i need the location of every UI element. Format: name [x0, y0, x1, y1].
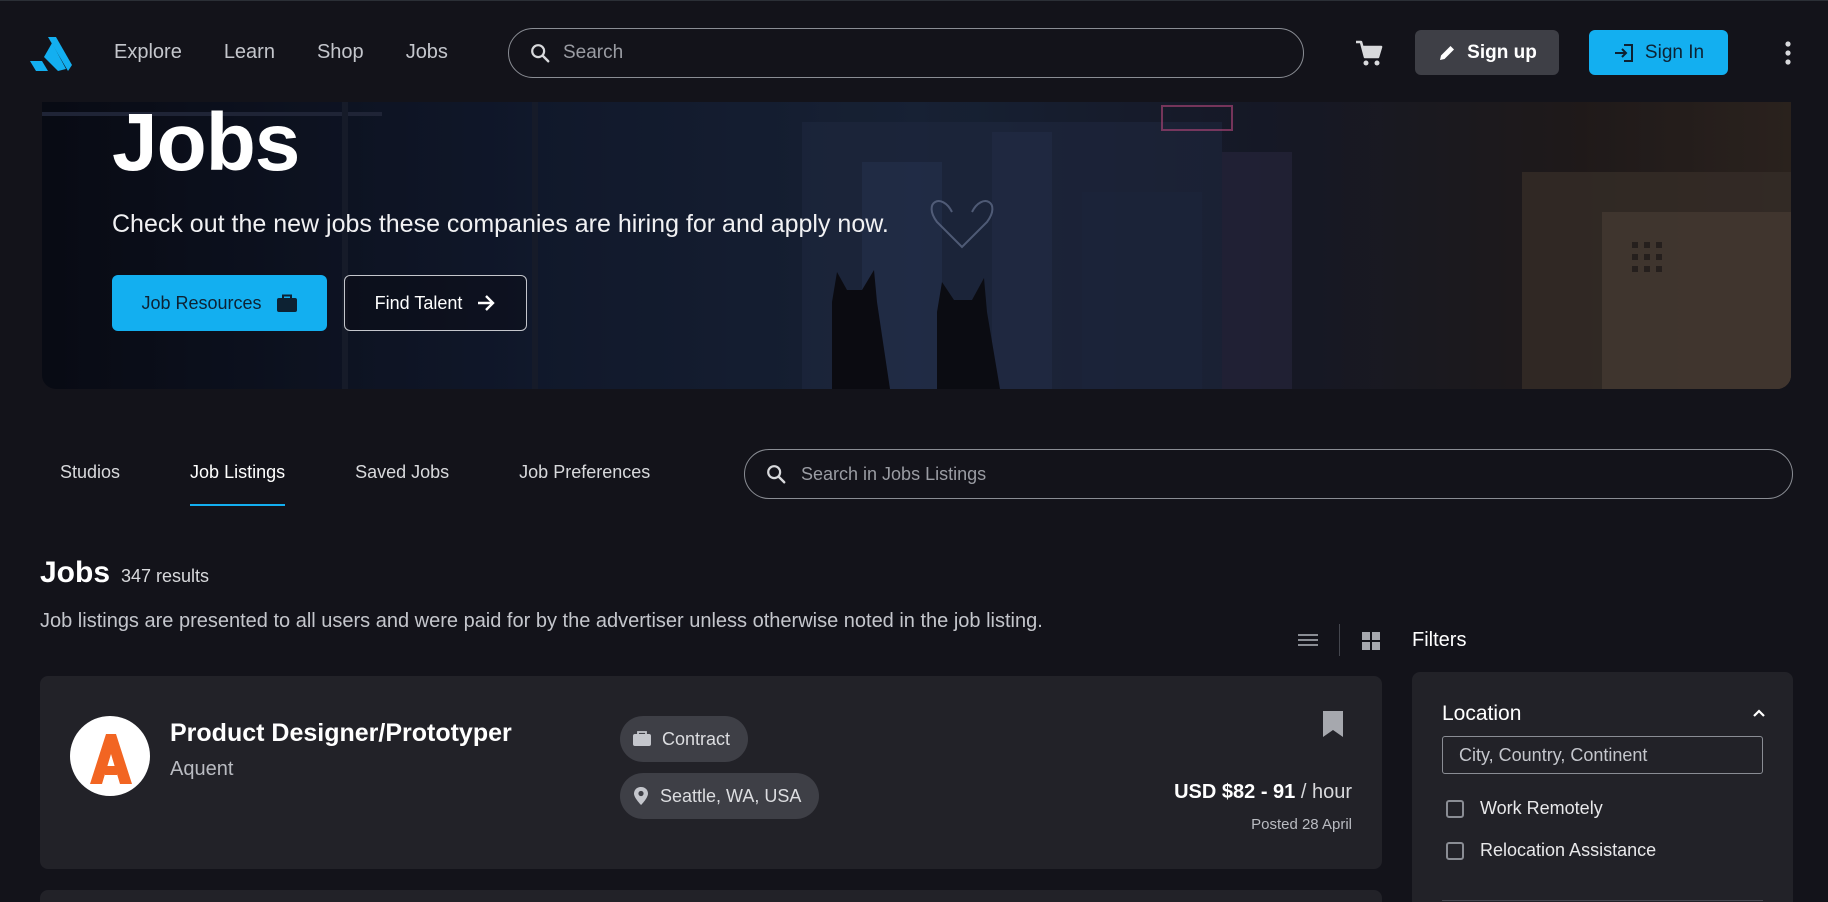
work-remotely-checkbox[interactable]	[1446, 799, 1464, 818]
job-salary: USD $82 - 91 / hour	[1174, 781, 1352, 804]
location-filter-input[interactable]	[1442, 736, 1763, 774]
nav-link-jobs[interactable]: Jobs	[406, 41, 448, 64]
relocation-assistance-option[interactable]: Relocation Assistance	[1446, 840, 1656, 861]
job-resources-label: Job Resources	[141, 292, 262, 313]
arrow-right-icon	[478, 295, 496, 311]
job-listings-search[interactable]	[744, 449, 1793, 499]
results-count: 347 results	[121, 566, 210, 586]
grid-view-icon[interactable]	[1362, 632, 1380, 650]
bookmark-icon[interactable]	[1322, 710, 1344, 738]
list-view-icon[interactable]	[1298, 632, 1318, 648]
briefcase-icon	[633, 731, 651, 746]
nav-link-shop[interactable]: Shop	[317, 41, 364, 64]
hero-background-image	[42, 102, 1791, 389]
company-logo	[70, 716, 150, 796]
nav-link-explore[interactable]: Explore	[114, 41, 182, 64]
filters-divider	[1442, 900, 1763, 901]
sign-in-label: Sign In	[1644, 41, 1705, 63]
relocation-assistance-label: Relocation Assistance	[1480, 840, 1657, 860]
results-heading: Jobs	[40, 556, 111, 589]
job-location-label: Seattle, WA, USA	[660, 785, 802, 806]
hero-subtitle: Check out the new jobs these companies a…	[112, 210, 889, 238]
search-icon	[767, 465, 786, 484]
shopping-cart-icon[interactable]	[1354, 39, 1384, 67]
nav-link-learn[interactable]: Learn	[224, 41, 275, 64]
job-company[interactable]: Aquent	[170, 758, 233, 781]
job-title[interactable]: Product Designer/Prototyper	[170, 719, 512, 748]
job-type-chip: Contract	[620, 716, 749, 762]
sign-up-label: Sign up	[1467, 41, 1537, 63]
find-talent-button[interactable]: Find Talent	[344, 275, 527, 331]
tab-job-preferences[interactable]: Job Preferences	[519, 450, 650, 506]
main-nav: Explore Learn Shop Jobs	[114, 1, 448, 103]
tab-studios[interactable]: Studios	[60, 450, 120, 506]
pencil-icon	[1440, 45, 1455, 60]
global-search[interactable]	[508, 28, 1304, 78]
location-pin-icon	[634, 787, 648, 805]
tab-saved-jobs[interactable]: Saved Jobs	[355, 450, 449, 506]
sign-in-icon	[1614, 43, 1633, 62]
listings-disclaimer: Job listings are presented to all users …	[40, 610, 1043, 632]
aquent-logo-icon	[90, 734, 132, 784]
location-filter-label: Location	[1442, 702, 1522, 725]
more-menu-icon[interactable]	[1780, 39, 1796, 67]
salary-unit: / hour	[1300, 781, 1352, 803]
top-navigation: Explore Learn Shop Jobs Sign up Sign In	[0, 0, 1828, 102]
work-remotely-label: Work Remotely	[1480, 798, 1603, 818]
job-resources-button[interactable]: Job Resources	[112, 275, 327, 331]
job-card[interactable]: Product Designer/Prototyper Aquent Contr…	[40, 676, 1382, 869]
artstation-logo-icon[interactable]	[28, 31, 74, 73]
job-type-label: Contract	[662, 728, 731, 749]
search-icon	[531, 44, 550, 63]
hero-title: Jobs	[112, 102, 300, 188]
tab-job-listings[interactable]: Job Listings	[190, 450, 286, 506]
sign-in-button[interactable]: Sign In	[1589, 30, 1728, 75]
filters-heading: Filters	[1412, 629, 1467, 651]
chevron-up-icon[interactable]	[1752, 708, 1766, 718]
view-toggle-divider	[1339, 624, 1340, 656]
jobs-tabs: Studios Job Listings Saved Jobs Job Pref…	[60, 450, 650, 506]
relocation-assistance-checkbox[interactable]	[1446, 841, 1464, 860]
filters-panel: Location	[1412, 672, 1793, 902]
global-search-input[interactable]	[563, 42, 1263, 64]
job-card-next[interactable]	[40, 890, 1382, 902]
jobs-hero-banner: Jobs Check out the new jobs these compan…	[42, 102, 1791, 389]
briefcase-icon	[276, 294, 297, 312]
work-remotely-option[interactable]: Work Remotely	[1446, 798, 1603, 819]
job-listings-search-input[interactable]	[801, 463, 1761, 485]
find-talent-label: Find Talent	[374, 292, 463, 313]
salary-range: USD $82 - 91	[1174, 781, 1296, 803]
job-location-chip: Seattle, WA, USA	[620, 773, 820, 819]
sign-up-button[interactable]: Sign up	[1415, 30, 1559, 75]
job-posted-date: Posted 28 April	[1251, 816, 1352, 833]
